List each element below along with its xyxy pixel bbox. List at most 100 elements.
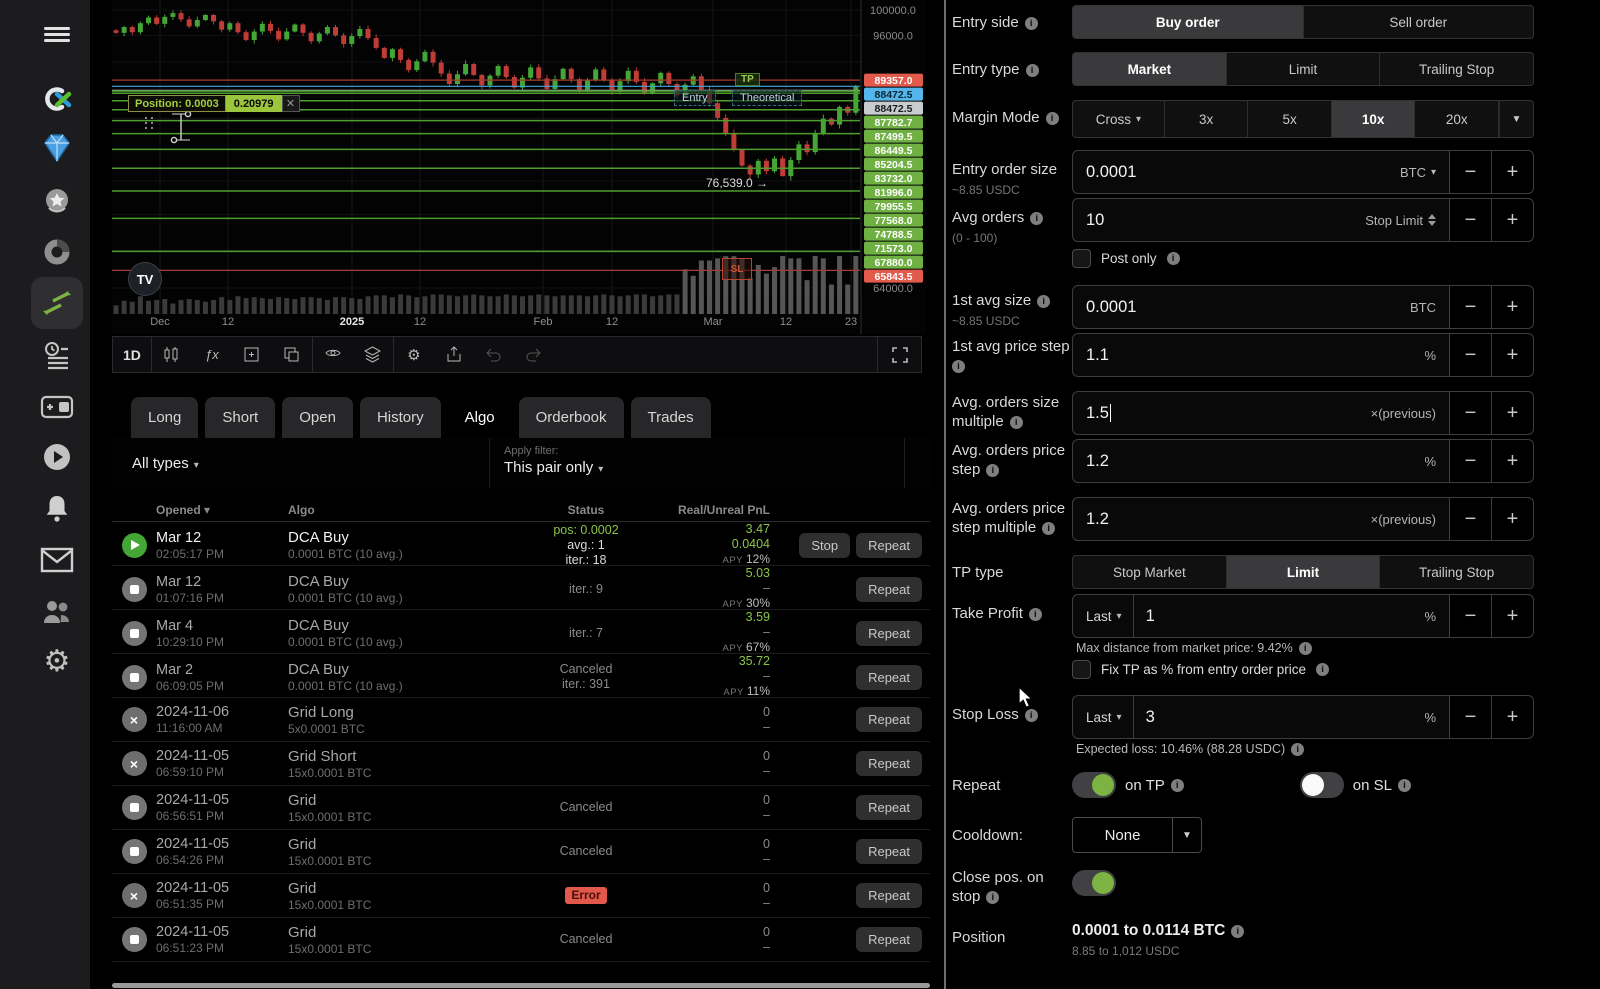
repeat-button[interactable]: Repeat [856,533,922,558]
first-avg-size-input[interactable]: 0.0001 BTC [1072,285,1450,329]
minus-button[interactable]: − [1450,150,1492,194]
plus-button[interactable]: + [1492,497,1534,541]
market-button[interactable]: Market [1073,53,1227,85]
buy-order-button[interactable]: Buy order [1073,6,1304,38]
position-tool-close-icon[interactable]: ✕ [282,95,300,112]
plus-button[interactable]: + [1492,198,1534,242]
repeat-on-sl-toggle[interactable] [1300,772,1344,798]
sl-price-ref-dropdown[interactable]: Last [1086,696,1134,738]
plus-button[interactable]: + [1492,594,1534,638]
tab-algo[interactable]: Algo [448,397,512,438]
leverage-5x-button[interactable]: 5x [1248,101,1332,137]
repeat-button[interactable]: Repeat [856,751,922,776]
plus-button[interactable]: + [1492,150,1534,194]
object-tree-layers-icon[interactable] [353,337,393,372]
leverage-20x-button[interactable]: 20x [1415,101,1499,137]
fix-tp-checkbox[interactable] [1072,660,1091,679]
cooldown-dropdown[interactable]: None ▼ [1072,817,1202,853]
repeat-button[interactable]: Repeat [856,795,922,820]
minus-button[interactable]: − [1450,198,1492,242]
rewards-star-icon[interactable] [31,175,83,227]
stop-limit-sort[interactable]: Stop Limit [1365,213,1436,228]
avg-orders-price-step-input[interactable]: 1.2 % [1072,439,1450,483]
plus-button[interactable]: + [1492,439,1534,483]
tp-price-ref-dropdown[interactable]: Last [1086,595,1134,637]
add-funds-card-icon[interactable] [31,381,83,433]
post-only-checkbox[interactable] [1072,249,1091,268]
table-scrollbar[interactable] [112,983,930,988]
hide-drawings-eye-icon[interactable] [313,337,353,372]
tp-limit-button[interactable]: Limit [1227,556,1381,588]
chart-settings-gear-icon[interactable]: ⚙ [394,337,434,372]
plus-button[interactable]: + [1492,695,1534,739]
tp-tag[interactable]: TP [735,73,760,86]
type-filter-dropdown[interactable]: All types [112,438,490,488]
repeat-button[interactable]: Repeat [856,707,922,732]
compare-icon[interactable] [272,337,312,372]
order-history-icon[interactable] [31,329,83,381]
cross-margin-dropdown[interactable]: Cross [1073,101,1165,137]
plus-button[interactable]: + [1492,333,1534,377]
referrals-users-icon[interactable] [31,586,83,638]
entry-order-size-input[interactable]: 0.0001 BTC [1072,150,1450,194]
settings-gear-icon[interactable]: ⚙ [31,636,83,688]
stop-button[interactable]: Stop [799,533,850,558]
app-logo-icon[interactable] [31,73,83,125]
messages-mail-icon[interactable] [31,534,83,586]
tab-history[interactable]: History [360,397,441,438]
repeat-on-tp-toggle[interactable] [1072,772,1116,798]
repeat-button[interactable]: Repeat [856,839,922,864]
layout-add-icon[interactable] [232,337,272,372]
repeat-button[interactable]: Repeat [856,577,922,602]
avg-orders-price-step-multiple-input[interactable]: 1.2 ×(previous) [1072,497,1450,541]
time-axis[interactable]: Dec12202512Feb12Mar1223 [112,316,860,334]
tab-open[interactable]: Open [282,397,353,438]
candles-style-icon[interactable] [152,337,192,372]
sell-order-button[interactable]: Sell order [1304,6,1534,38]
minus-button[interactable]: − [1450,439,1492,483]
minus-button[interactable]: − [1450,594,1492,638]
menu-icon[interactable] [31,8,83,60]
pair-filter-dropdown[interactable]: Apply filter: This pair only [490,438,905,488]
interval-button[interactable]: 1D [113,337,151,372]
close-pos-toggle[interactable] [1072,870,1116,896]
avg-orders-size-multiple-input[interactable]: 1.5 ×(previous) [1072,391,1450,435]
minus-button[interactable]: − [1450,497,1492,541]
tradingview-logo[interactable]: TV [128,262,162,296]
limit-button[interactable]: Limit [1227,53,1381,85]
repeat-button[interactable]: Repeat [856,883,922,908]
trade-arrows-icon[interactable] [31,277,83,329]
leverage-10x-button[interactable]: 10x [1332,101,1416,137]
undo-icon[interactable] [474,337,514,372]
take-profit-input[interactable]: Last 1 % [1072,594,1450,638]
avg-orders-input[interactable]: 10 Stop Limit [1072,198,1450,242]
tab-trades[interactable]: Trades [631,397,711,438]
theoretical-line-tag[interactable]: Theoretical [732,90,802,106]
minus-button[interactable]: − [1450,695,1492,739]
repeat-button[interactable]: Repeat [856,665,922,690]
minus-button[interactable]: − [1450,333,1492,377]
indicators-fx-icon[interactable]: ƒx [192,337,232,372]
tp-trailing-stop-button[interactable]: Trailing Stop [1380,556,1533,588]
repeat-button[interactable]: Repeat [856,621,922,646]
notifications-bell-icon[interactable] [31,482,83,534]
stop-loss-input[interactable]: Last 3 % [1072,695,1450,739]
first-avg-price-step-input[interactable]: 1.1 % [1072,333,1450,377]
leverage-more-dropdown[interactable]: ▼ [1499,101,1533,137]
leverage-3x-button[interactable]: 3x [1165,101,1249,137]
tutorials-play-icon[interactable] [31,431,83,483]
tab-short[interactable]: Short [205,397,275,438]
position-tool-badge[interactable]: Position: 0.0003 0.20979 ✕ [128,95,300,112]
plus-button[interactable]: + [1492,391,1534,435]
tp-stop-market-button[interactable]: Stop Market [1073,556,1227,588]
drag-handle-dots-icon[interactable] [145,117,147,119]
sl-line-tag[interactable]: SL [722,258,752,280]
tab-long[interactable]: Long [131,397,198,438]
portfolio-donut-icon[interactable] [31,226,83,278]
trailing-stop-button[interactable]: Trailing Stop [1380,53,1533,85]
premium-diamond-icon[interactable] [31,122,83,174]
unit-btc-dropdown[interactable]: BTC [1400,165,1436,180]
share-export-icon[interactable] [434,337,474,372]
tab-orderbook[interactable]: Orderbook [519,397,624,438]
minus-button[interactable]: − [1450,391,1492,435]
